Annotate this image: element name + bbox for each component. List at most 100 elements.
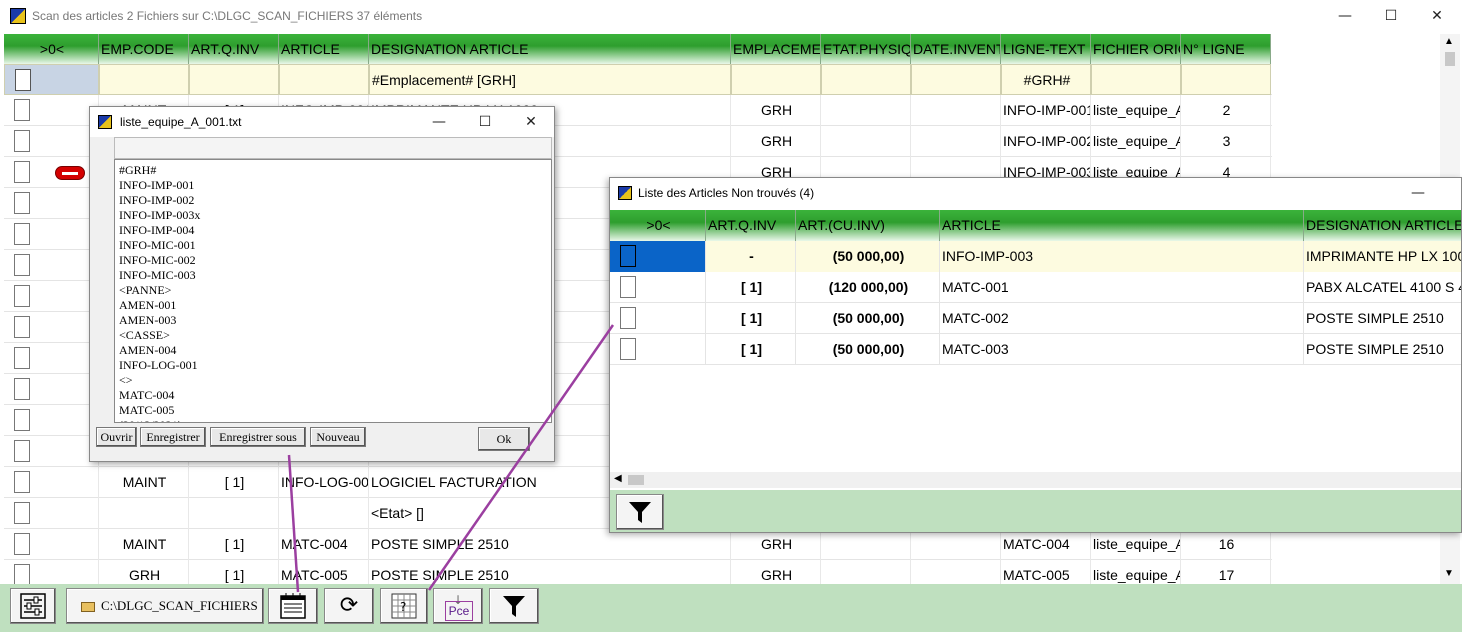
ok-button[interactable]: Ok xyxy=(478,427,530,451)
dialog2-column-header[interactable]: ART.(CU.INV) xyxy=(796,210,940,241)
save-file-button[interactable]: Enregistrer xyxy=(140,427,206,447)
column-header[interactable]: ART.Q.INV xyxy=(189,34,279,64)
row-checkbox[interactable] xyxy=(14,409,30,431)
row-checkbox[interactable] xyxy=(14,502,30,524)
new-file-button[interactable]: Nouveau xyxy=(310,427,366,447)
maximize-icon[interactable]: ☐ xyxy=(1368,4,1414,28)
dialog2-minimize-icon[interactable]: — xyxy=(1395,181,1441,205)
row-selector-cell[interactable] xyxy=(4,529,99,560)
close-icon[interactable]: ✕ xyxy=(1414,4,1460,28)
file-content-memo[interactable]: #GRH# INFO-IMP-001 INFO-IMP-002 INFO-IMP-00… xyxy=(114,159,552,423)
row-checkbox[interactable] xyxy=(14,161,30,183)
dialog2-column-header[interactable]: DESIGNATION ARTICLE xyxy=(1304,210,1461,241)
dialog2-row-selector[interactable] xyxy=(610,241,706,272)
dialog2-table-row[interactable]: [ 1] (50 000,00) MATC-003 POSTE SIMPLE 2510 xyxy=(610,334,1461,365)
column-header[interactable]: DESIGNATION ARTICLE xyxy=(369,34,731,64)
filter-designation[interactable]: #Emplacement# [GRH] xyxy=(369,64,731,95)
row-selector-cell[interactable] xyxy=(4,281,99,312)
refresh-button[interactable]: ⟳ xyxy=(324,588,374,624)
settings-sliders-button[interactable] xyxy=(10,588,56,624)
row-checkbox[interactable] xyxy=(14,471,30,493)
table-row[interactable]: MAINT[ 1] MATC-004 POSTE SIMPLE 2510 GRH MAT… xyxy=(4,529,1272,560)
row-checkbox[interactable] xyxy=(14,223,30,245)
dialog2-row-selector[interactable] xyxy=(610,303,706,334)
column-header[interactable]: FICHIER ORIG xyxy=(1091,34,1181,64)
grid-help-button[interactable]: ? xyxy=(380,588,428,624)
row-checkbox[interactable] xyxy=(14,440,30,462)
row-checkbox[interactable] xyxy=(14,564,30,586)
row-checkbox[interactable] xyxy=(14,130,30,152)
column-header[interactable]: >0< xyxy=(4,34,99,64)
filter-checkbox[interactable] xyxy=(15,69,31,91)
filter-button[interactable] xyxy=(489,588,539,624)
save-as-button[interactable]: Enregistrer sous xyxy=(210,427,306,447)
dialog2-row-selector[interactable] xyxy=(610,334,706,365)
dialog1-maximize-icon[interactable]: ☐ xyxy=(462,110,508,134)
filter-qinv[interactable] xyxy=(189,64,279,95)
dialog2-column-header[interactable]: ART.Q.INV xyxy=(706,210,796,241)
row-checkbox[interactable] xyxy=(14,533,30,555)
pce-button[interactable]: ↓ Pce xyxy=(433,588,483,624)
dialog2-row-selector[interactable] xyxy=(610,272,706,303)
dialog2-row-checkbox[interactable] xyxy=(620,276,636,298)
row-checkbox[interactable] xyxy=(14,99,30,121)
dialog2-column-header[interactable]: ARTICLE xyxy=(940,210,1304,241)
dialog2-filter-button[interactable] xyxy=(616,494,664,530)
row-selector-cell[interactable] xyxy=(4,374,99,405)
row-checkbox[interactable] xyxy=(14,285,30,307)
filter-date[interactable] xyxy=(911,64,1001,95)
row-checkbox[interactable] xyxy=(14,316,30,338)
column-header[interactable]: EMP.CODE xyxy=(99,34,189,64)
dialog2-cell-designation: PABX ALCATEL 4100 S 4/ xyxy=(1304,272,1461,303)
row-selector-cell[interactable] xyxy=(4,126,99,157)
filter-ligne-text[interactable]: #GRH# xyxy=(1001,64,1091,95)
column-header[interactable]: ETAT.PHYSIQUE xyxy=(821,34,911,64)
filter-row[interactable]: #Emplacement# [GRH] #GRH# xyxy=(4,64,1272,95)
open-list-button[interactable] xyxy=(268,588,318,624)
minimize-icon[interactable]: — xyxy=(1322,4,1368,28)
row-selector-cell[interactable] xyxy=(4,436,99,467)
filter-article[interactable] xyxy=(279,64,369,95)
row-selector-cell[interactable] xyxy=(4,95,99,126)
row-selector-cell[interactable] xyxy=(4,405,99,436)
row-selector-cell[interactable] xyxy=(4,312,99,343)
scroll-left-icon[interactable]: ◀ xyxy=(614,473,622,484)
column-header[interactable]: DATE.INVENTAIRE xyxy=(911,34,1001,64)
scroll-down-icon[interactable]: ▼ xyxy=(1444,568,1454,579)
dialog2-row-checkbox[interactable] xyxy=(620,245,636,267)
column-header[interactable]: N° LIGNE xyxy=(1181,34,1271,64)
row-checkbox[interactable] xyxy=(14,347,30,369)
column-header[interactable]: EMPLACEMENT xyxy=(731,34,821,64)
dialog2-row-checkbox[interactable] xyxy=(620,338,636,360)
column-header[interactable]: ARTICLE xyxy=(279,34,369,64)
dialog1-minimize-icon[interactable]: — xyxy=(416,110,462,134)
dialog1-close-icon[interactable]: ✕ xyxy=(508,110,554,134)
filter-emplacement[interactable] xyxy=(731,64,821,95)
folder-path-button[interactable]: C:\DLGC_SCAN_FICHIERS xyxy=(66,588,264,624)
dialog2-column-header[interactable]: >0< xyxy=(610,210,706,241)
filter-num[interactable] xyxy=(1181,64,1271,95)
row-checkbox[interactable] xyxy=(14,378,30,400)
dialog2-table-row[interactable]: [ 1] (120 000,00) MATC-001 PABX ALCATEL 410… xyxy=(610,272,1461,303)
row-checkbox[interactable] xyxy=(14,254,30,276)
row-selector-cell[interactable] xyxy=(4,498,99,529)
row-selector-cell[interactable] xyxy=(4,188,99,219)
scroll-thumb[interactable] xyxy=(1445,52,1455,66)
scroll-up-icon[interactable]: ▲ xyxy=(1444,36,1454,47)
dialog2-scroll-thumb[interactable] xyxy=(628,475,644,485)
dialog2-table-row[interactable]: [ 1] (50 000,00) MATC-002 POSTE SIMPLE 2510 xyxy=(610,303,1461,334)
column-header[interactable]: LIGNE-TEXT xyxy=(1001,34,1091,64)
row-checkbox[interactable] xyxy=(14,192,30,214)
dialog2-horizontal-scrollbar[interactable]: ◀ xyxy=(610,472,1461,488)
open-file-button[interactable]: Ouvrir xyxy=(96,427,137,447)
row-selector-cell[interactable] xyxy=(4,219,99,250)
filter-emp[interactable] xyxy=(99,64,189,95)
dialog2-table-row[interactable]: - (50 000,00) INFO-IMP-003 IMPRIMANTE HP LX… xyxy=(610,241,1461,272)
filter-etat[interactable] xyxy=(821,64,911,95)
filter-selector-cell[interactable] xyxy=(4,64,99,95)
row-selector-cell[interactable] xyxy=(4,467,99,498)
row-selector-cell[interactable] xyxy=(4,250,99,281)
filter-fichier[interactable] xyxy=(1091,64,1181,95)
dialog2-row-checkbox[interactable] xyxy=(620,307,636,329)
row-selector-cell[interactable] xyxy=(4,343,99,374)
